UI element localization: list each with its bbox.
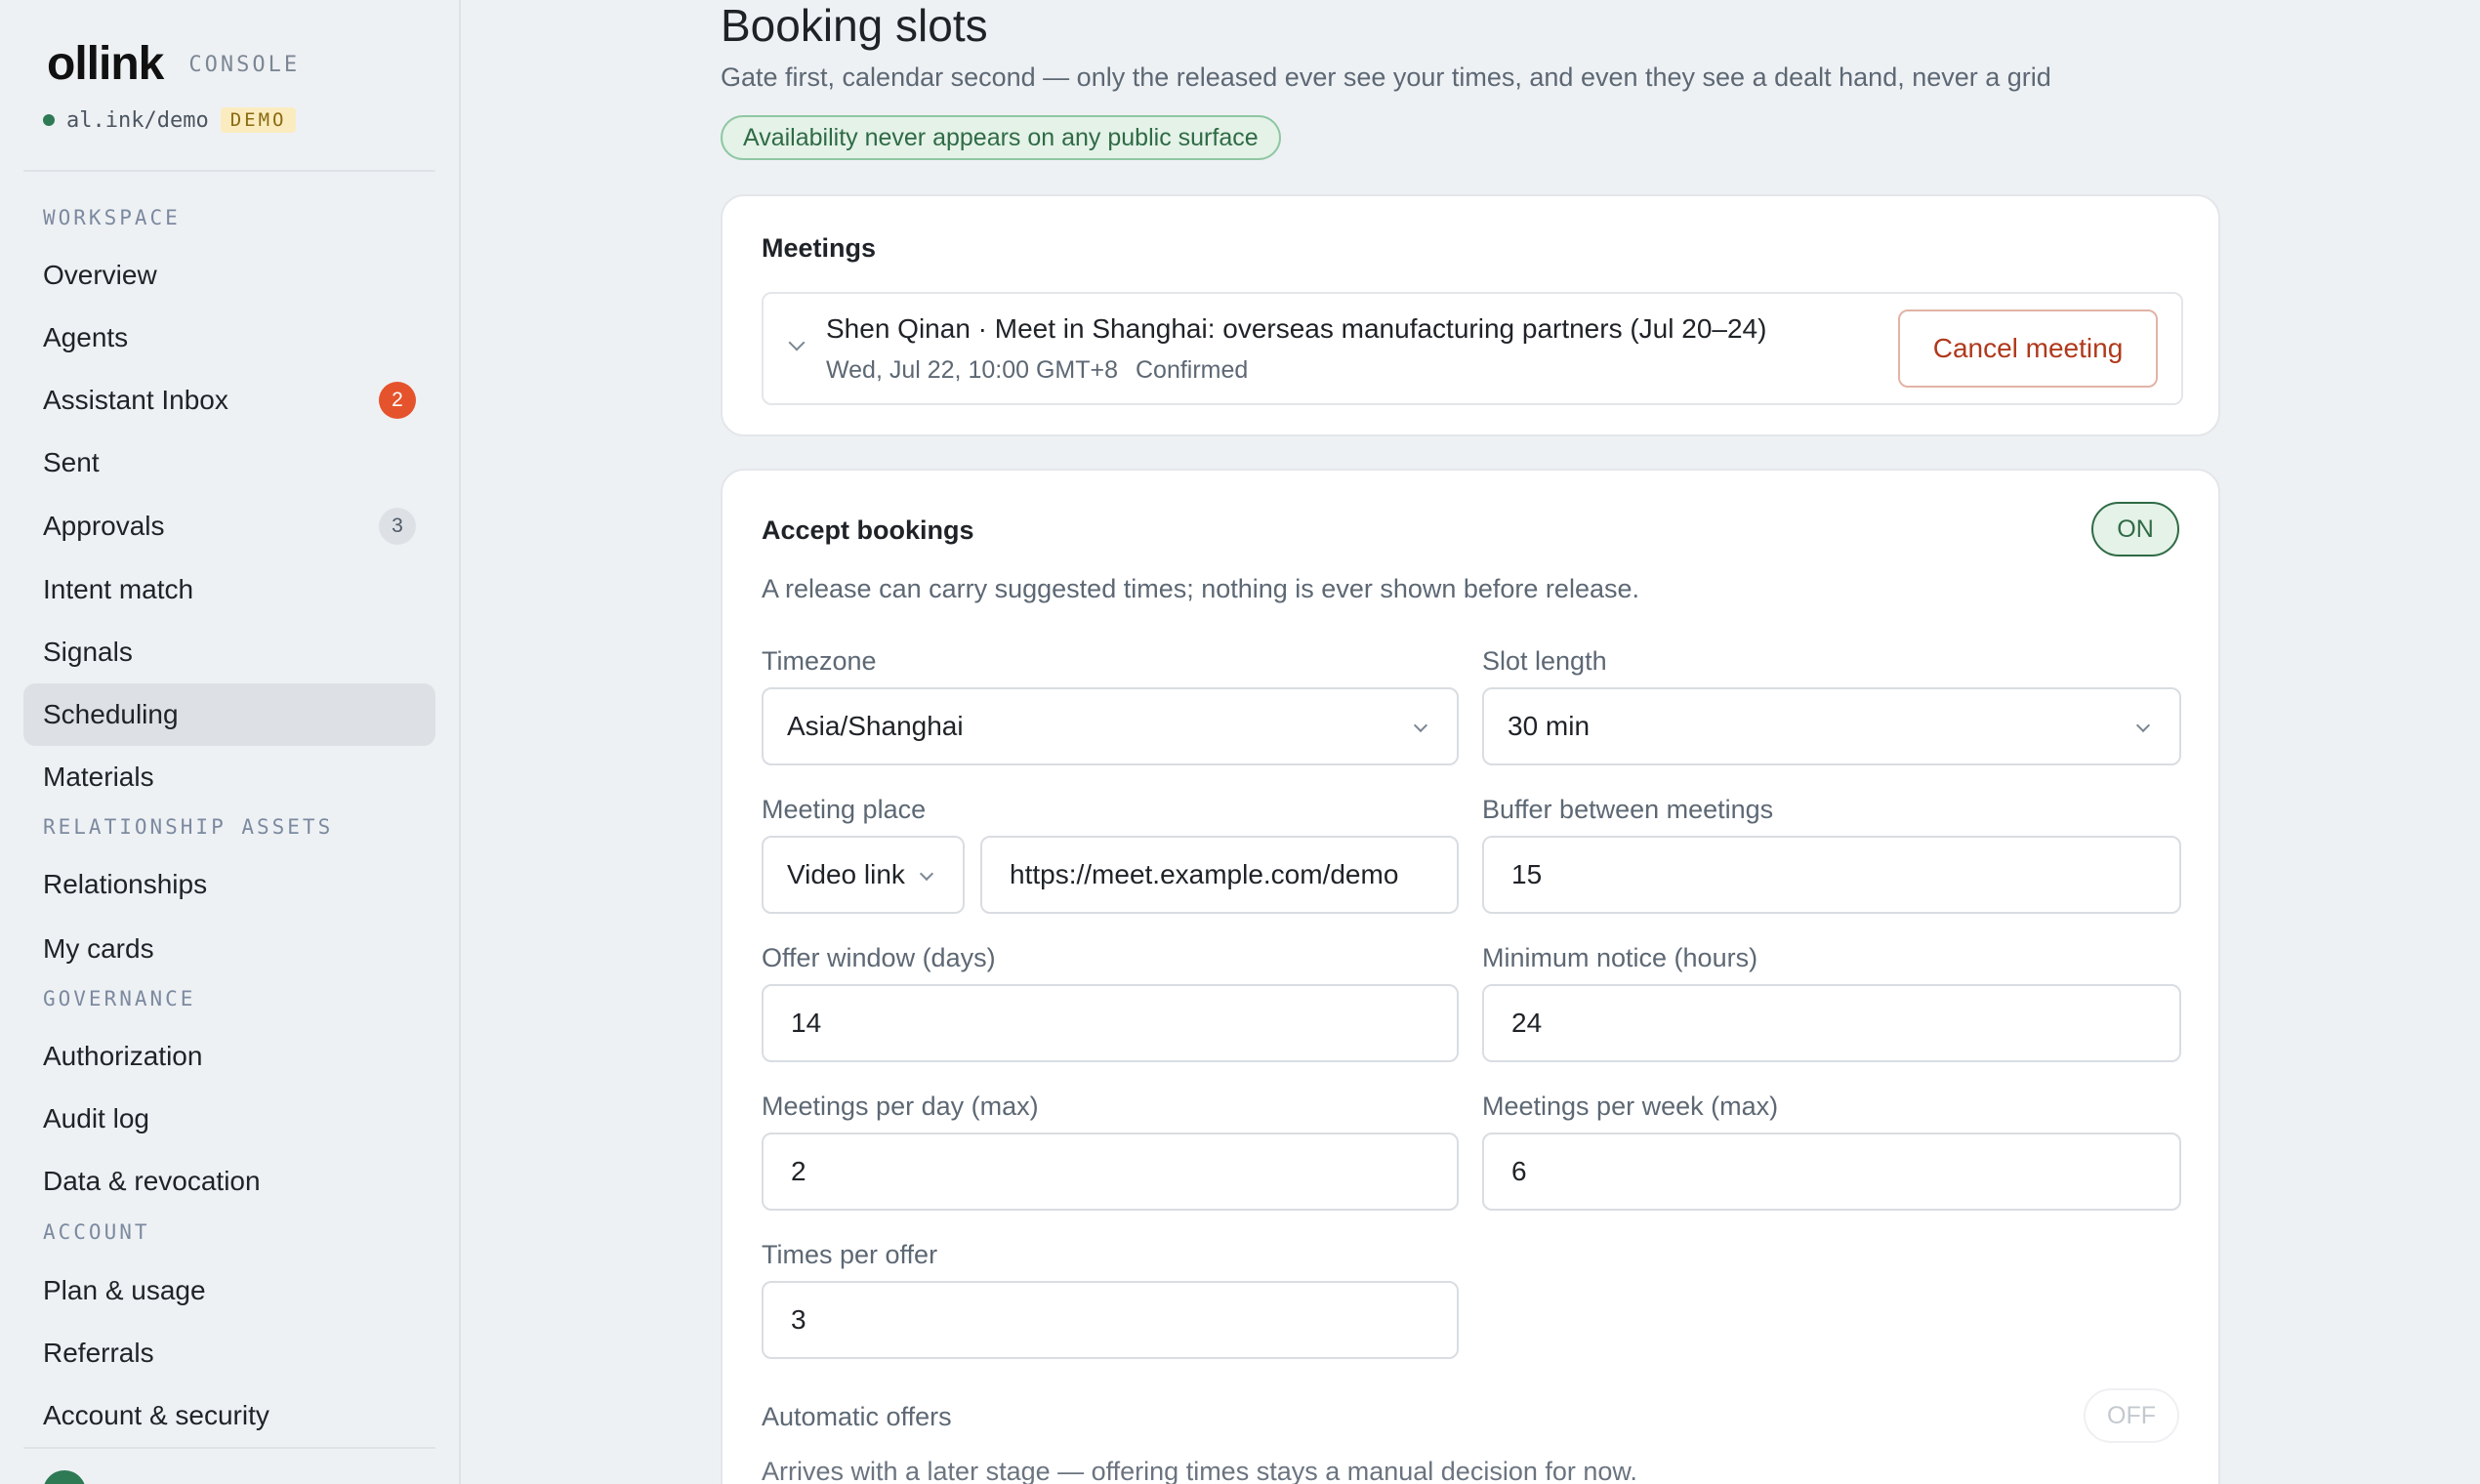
per-week-input[interactable]: 6 [1482, 1133, 2181, 1211]
sidebar-item-label: Relationships [43, 869, 208, 899]
times-per-offer-input[interactable]: 3 [762, 1281, 1459, 1359]
sidebar-item-signals[interactable]: Signals [23, 621, 435, 683]
sidebar-item-materials[interactable]: Materials [23, 746, 435, 808]
sidebar-item-agents[interactable]: Agents [23, 307, 435, 369]
sidebar-item-scheduling[interactable]: Scheduling [23, 683, 435, 746]
meeting-place-type-select[interactable]: Video link [762, 836, 965, 914]
sidebar-divider [23, 1447, 435, 1449]
sidebar-item-referrals[interactable]: Referrals [23, 1322, 435, 1384]
min-notice-input[interactable]: 24 [1482, 984, 2181, 1062]
meeting-place-type-value: Video link [787, 859, 905, 889]
buffer-label: Buffer between meetings [1482, 795, 1774, 824]
sidebar-item-label: Sent [43, 447, 100, 477]
inbox-count-badge: 2 [379, 382, 416, 419]
sidebar: ollink CONSOLE al.ink/demo DEMO WORKSPAC… [0, 0, 461, 1484]
org-url: al.ink/demo [66, 107, 209, 133]
automatic-offers-title: Automatic offers [762, 1402, 952, 1431]
sidebar-item-assistant-inbox[interactable]: Assistant Inbox 2 [23, 369, 435, 432]
demo-badge: DEMO [220, 107, 297, 133]
meeting-place-url-input[interactable]: https://meet.example.com/demo [980, 836, 1459, 914]
sidebar-item-label: My cards [43, 933, 154, 964]
timezone-select[interactable]: Asia/Shanghai [762, 687, 1459, 765]
sidebar-item-my-cards[interactable]: My cards [23, 918, 435, 980]
sidebar-item-data-revocation[interactable]: Data & revocation [23, 1150, 435, 1213]
cancel-meeting-button[interactable]: Cancel meeting [1898, 309, 2158, 388]
avatar[interactable] [43, 1470, 86, 1484]
sidebar-item-plan-usage[interactable]: Plan & usage [23, 1259, 435, 1322]
page-subtitle: Gate first, calendar second — only the r… [721, 62, 2051, 92]
section-governance: GOVERNANCE [43, 987, 196, 1010]
sidebar-item-label: Authorization [43, 1041, 203, 1071]
chevron-down-icon [919, 866, 934, 882]
sidebar-item-label: Referrals [43, 1338, 154, 1368]
sidebar-item-audit-log[interactable]: Audit log [23, 1088, 435, 1150]
console-label: CONSOLE [188, 52, 301, 77]
section-workspace: WORKSPACE [43, 206, 181, 229]
sidebar-item-account-security[interactable]: Account & security [23, 1384, 435, 1447]
privacy-notice-badge: Availability never appears on any public… [721, 115, 1281, 160]
meeting-row[interactable]: Shen Qinan · Meet in Shanghai: overseas … [762, 292, 2183, 405]
automatic-offers-description: Arrives with a later stage — offering ti… [762, 1457, 1637, 1484]
timezone-label: Timezone [762, 646, 877, 676]
sidebar-item-label: Scheduling [43, 699, 179, 729]
sidebar-item-label: Data & revocation [43, 1166, 261, 1196]
accept-bookings-title: Accept bookings [762, 515, 974, 545]
offer-window-label: Offer window (days) [762, 943, 996, 972]
meeting-status: Confirmed [1136, 356, 1249, 384]
meeting-datetime: Wed, Jul 22, 10:00 GMT+8 [826, 356, 1118, 384]
sidebar-item-authorization[interactable]: Authorization [23, 1025, 435, 1088]
meeting-title: Shen Qinan · Meet in Shanghai: overseas … [826, 313, 1767, 344]
page-title: Booking slots [721, 0, 988, 51]
status-dot-icon [43, 114, 55, 126]
offer-window-input[interactable]: 14 [762, 984, 1459, 1062]
sidebar-item-label: Account & security [43, 1400, 269, 1430]
sidebar-item-overview[interactable]: Overview [23, 244, 435, 307]
approvals-count-badge: 3 [379, 508, 416, 545]
per-day-label: Meetings per day (max) [762, 1092, 1039, 1121]
sidebar-item-label: Plan & usage [43, 1275, 206, 1305]
logo[interactable]: ollink [47, 39, 164, 90]
sidebar-item-label: Approvals [43, 511, 165, 541]
slot-length-select[interactable]: 30 min [1482, 687, 2181, 765]
sidebar-item-label: Agents [43, 322, 129, 352]
sidebar-item-label: Overview [43, 260, 157, 290]
times-per-offer-label: Times per offer [762, 1240, 938, 1269]
meetings-card: Meetings Shen Qinan · Meet in Shanghai: … [721, 194, 2220, 436]
meeting-place-label: Meeting place [762, 795, 927, 824]
sidebar-divider [23, 170, 435, 172]
chevron-down-icon[interactable] [788, 334, 806, 351]
automatic-offers-toggle[interactable]: OFF [2084, 1388, 2179, 1443]
per-week-label: Meetings per week (max) [1482, 1092, 1779, 1121]
slot-length-label: Slot length [1482, 646, 1607, 676]
brand: ollink CONSOLE [47, 39, 300, 90]
sidebar-item-label: Audit log [43, 1103, 149, 1134]
timezone-value: Asia/Shanghai [787, 711, 964, 741]
section-relationship-assets: RELATIONSHIP ASSETS [43, 815, 334, 839]
min-notice-label: Minimum notice (hours) [1482, 943, 1758, 972]
meeting-meta: Wed, Jul 22, 10:00 GMT+8 Confirmed [826, 356, 1248, 385]
org-switcher[interactable]: al.ink/demo DEMO [43, 107, 297, 133]
sidebar-item-intent-match[interactable]: Intent match [23, 558, 435, 621]
sidebar-item-approvals[interactable]: Approvals 3 [23, 495, 435, 557]
chevron-down-icon [2135, 718, 2151, 733]
sidebar-item-label: Intent match [43, 574, 194, 604]
sidebar-item-label: Signals [43, 637, 133, 667]
accept-bookings-description: A release can carry suggested times; not… [762, 574, 1639, 603]
slot-length-value: 30 min [1508, 711, 1591, 741]
sidebar-item-sent[interactable]: Sent [23, 432, 435, 494]
accept-bookings-card: Accept bookings ON A release can carry s… [721, 469, 2220, 1484]
accept-bookings-toggle[interactable]: ON [2091, 502, 2179, 556]
buffer-input[interactable]: 15 [1482, 836, 2181, 914]
sidebar-item-label: Materials [43, 762, 154, 792]
per-day-input[interactable]: 2 [762, 1133, 1459, 1211]
sidebar-item-relationships[interactable]: Relationships [23, 853, 435, 916]
sidebar-item-label: Assistant Inbox [43, 385, 228, 415]
meetings-title: Meetings [762, 233, 877, 263]
chevron-down-icon [1413, 718, 1428, 733]
section-account: ACCOUNT [43, 1220, 150, 1244]
